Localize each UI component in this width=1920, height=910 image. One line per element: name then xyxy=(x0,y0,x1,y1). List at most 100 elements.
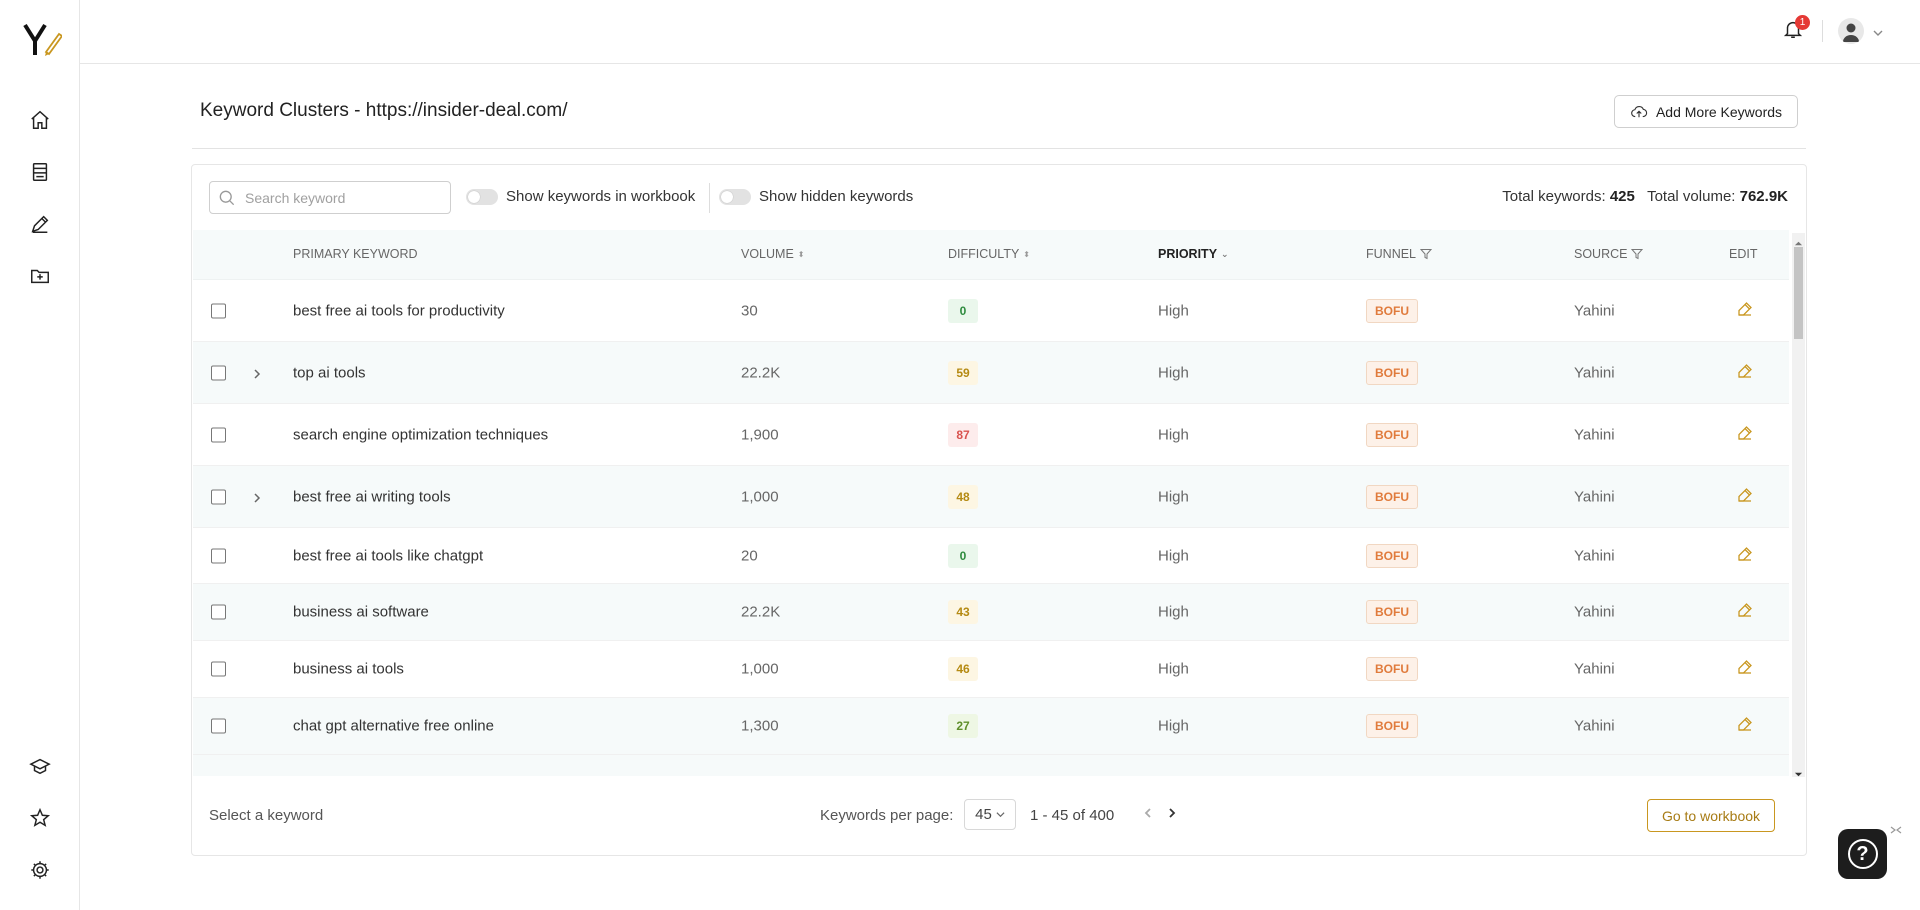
per-page-select[interactable]: 45 xyxy=(964,799,1016,830)
scroll-down-arrow[interactable] xyxy=(1794,766,1803,777)
toggle-workbook-switch[interactable] xyxy=(466,188,498,205)
row-checkbox[interactable] xyxy=(211,548,226,563)
edit-icon[interactable] xyxy=(1736,486,1754,508)
row-checkbox[interactable] xyxy=(211,661,226,677)
home-icon[interactable] xyxy=(28,108,52,132)
col-difficulty[interactable]: DIFFICULTY ⬍ xyxy=(948,247,1030,261)
table-row[interactable]: top ai tools 22.2K 59 High BOFU Yahini xyxy=(193,342,1789,404)
row-checkbox[interactable] xyxy=(211,427,226,442)
document-icon[interactable] xyxy=(28,160,52,184)
edit-icon[interactable] xyxy=(1736,300,1754,322)
keyword-cell[interactable]: best free ai tools like chatgpt xyxy=(293,547,483,564)
source-cell: Yahini xyxy=(1574,717,1615,735)
chevron-right-icon[interactable] xyxy=(251,491,263,503)
table-row[interactable]: best free ai writing tools 1,000 48 High BOF… xyxy=(193,466,1789,528)
per-page-value: 45 xyxy=(975,806,992,823)
keyword-cell[interactable]: top ai tools xyxy=(293,364,366,381)
priority-cell[interactable]: High xyxy=(1158,547,1189,564)
table-header: PRIMARY KEYWORD VOLUME ⬍ DIFFICULTY ⬍ PRIO… xyxy=(193,230,1789,280)
graduation-cap-icon[interactable] xyxy=(28,754,52,778)
source-cell: Yahini xyxy=(1574,660,1615,678)
row-checkbox[interactable] xyxy=(211,489,226,504)
keyword-cell[interactable]: best free ai tools for productivity xyxy=(293,302,505,319)
col-volume[interactable]: VOLUME ⬍ xyxy=(741,247,805,261)
toggle-workbook-label: Show keywords in workbook xyxy=(506,188,696,205)
toggle-hidden[interactable]: Show hidden keywords xyxy=(719,188,913,205)
edit-icon[interactable] xyxy=(1736,362,1754,384)
funnel-badge: BOFU xyxy=(1366,298,1418,323)
yahini-logo[interactable] xyxy=(22,22,64,58)
chevron-right-icon[interactable] xyxy=(251,367,263,379)
chevron-down-icon[interactable] xyxy=(1872,26,1884,38)
edit-icon[interactable] xyxy=(1736,545,1754,567)
edit-icon[interactable] xyxy=(1736,658,1754,680)
folder-plus-icon[interactable] xyxy=(28,264,52,288)
add-more-keywords-button[interactable]: Add More Keywords xyxy=(1614,95,1798,128)
next-page-button[interactable] xyxy=(1164,805,1180,821)
col-source[interactable]: SOURCE xyxy=(1574,247,1644,261)
notifications-bell-icon[interactable]: 1 xyxy=(1782,15,1810,44)
help-button[interactable]: ? xyxy=(1838,829,1887,879)
source-cell: Yahini xyxy=(1574,603,1615,621)
row-checkbox[interactable] xyxy=(211,604,226,620)
priority-cell[interactable]: High xyxy=(1158,302,1189,319)
table-scrollbar[interactable] xyxy=(1792,233,1805,777)
volume-cell: 22.2K xyxy=(741,603,781,621)
chevron-left-icon xyxy=(1144,808,1151,818)
search-box[interactable] xyxy=(209,181,451,214)
priority-cell[interactable]: High xyxy=(1158,661,1189,678)
source-cell: Yahini xyxy=(1574,364,1615,381)
notification-badge: 1 xyxy=(1795,15,1810,30)
filter-icon[interactable] xyxy=(1631,248,1644,260)
table-row[interactable]: best free ai tools like chatgpt 20 0 High BO… xyxy=(193,528,1789,584)
search-input[interactable] xyxy=(245,189,445,206)
volume-cell: 1,300 xyxy=(741,717,779,735)
star-icon[interactable] xyxy=(28,806,52,830)
row-checkbox[interactable] xyxy=(211,303,226,318)
scroll-thumb[interactable] xyxy=(1794,247,1803,339)
priority-cell[interactable]: High xyxy=(1158,488,1189,505)
toggle-hidden-switch[interactable] xyxy=(719,188,751,205)
avatar[interactable] xyxy=(1838,18,1864,44)
keyword-cell[interactable]: business ai software xyxy=(293,604,429,621)
table-row[interactable]: business ai software 22.2K 43 High BOFU Yahin… xyxy=(193,584,1789,641)
difficulty-badge: 59 xyxy=(948,360,978,385)
table-row[interactable]: search engine optimization techniques 1,9… xyxy=(193,404,1789,466)
keyword-cell[interactable]: search engine optimization techniques xyxy=(293,426,548,443)
toggle-workbook[interactable]: Show keywords in workbook xyxy=(466,188,695,205)
table-row[interactable]: chat gpt alternative free online 1,300 27 H… xyxy=(193,698,1789,755)
funnel-badge: BOFU xyxy=(1366,714,1418,738)
edit-icon[interactable] xyxy=(1736,424,1754,446)
priority-cell[interactable]: High xyxy=(1158,364,1189,381)
scroll-up-arrow[interactable] xyxy=(1794,235,1803,246)
keyword-cell[interactable]: chat gpt alternative free online xyxy=(293,718,494,735)
priority-cell[interactable]: High xyxy=(1158,718,1189,735)
filter-icon[interactable] xyxy=(1420,248,1433,260)
sort-icon: ⬍ xyxy=(797,249,805,259)
col-funnel[interactable]: FUNNEL xyxy=(1366,247,1433,261)
keyword-cell[interactable]: business ai tools xyxy=(293,661,404,678)
page-title: Keyword Clusters - https://insider-deal.… xyxy=(200,100,568,121)
table-row[interactable]: business ai tools 1,000 46 High BOFU Yahini xyxy=(193,641,1789,698)
funnel-badge: BOFU xyxy=(1366,600,1418,624)
row-checkbox[interactable] xyxy=(211,365,226,380)
col-priority[interactable]: PRIORITY ⌄ xyxy=(1158,247,1229,261)
source-cell: Yahini xyxy=(1574,488,1615,505)
difficulty-badge: 0 xyxy=(948,543,978,568)
prev-page-button[interactable] xyxy=(1140,805,1156,821)
help-icon: ? xyxy=(1847,839,1878,869)
edit-icon[interactable] xyxy=(1736,601,1754,623)
gear-icon[interactable] xyxy=(28,858,52,882)
edit-icon[interactable] xyxy=(1736,715,1754,737)
keyword-cell[interactable]: best free ai writing tools xyxy=(293,488,451,505)
priority-cell[interactable]: High xyxy=(1158,426,1189,443)
priority-cell[interactable]: High xyxy=(1158,604,1189,621)
row-checkbox[interactable] xyxy=(211,718,226,734)
pen-icon[interactable] xyxy=(28,212,52,236)
table-row[interactable]: best free ai tools for productivity 30 0 Hi… xyxy=(193,280,1789,342)
cloud-upload-icon xyxy=(1631,105,1648,117)
toolbar-divider xyxy=(709,183,710,213)
chevron-right-icon xyxy=(1169,808,1176,818)
go-to-workbook-button[interactable]: Go to workbook xyxy=(1647,799,1775,832)
collapse-help-icon[interactable] xyxy=(1889,823,1903,837)
